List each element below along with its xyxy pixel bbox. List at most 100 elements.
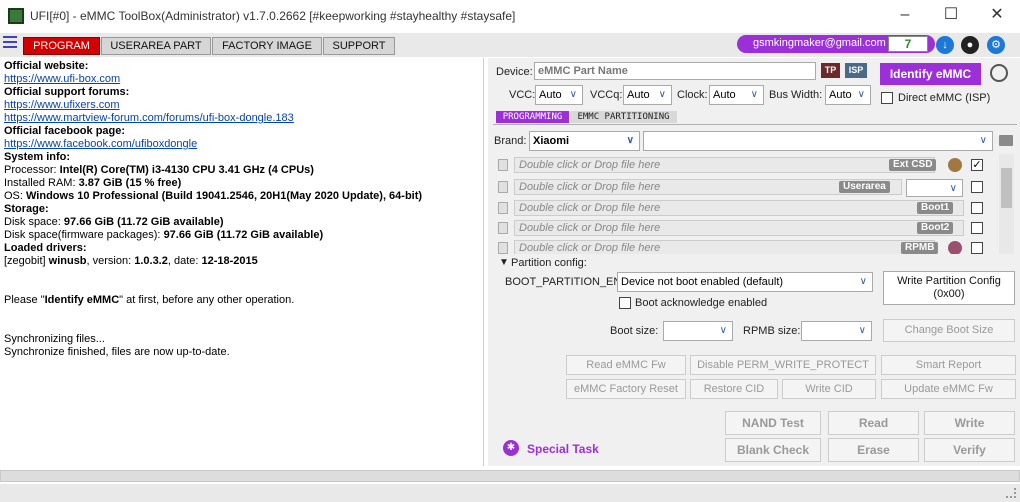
maximize-button[interactable]: ☐	[928, 0, 974, 32]
bulb-icon[interactable]: ●	[961, 36, 979, 54]
file-tag: RPMB	[901, 242, 939, 254]
vcc-select[interactable]: Auto ∨	[535, 85, 583, 105]
file-path-field[interactable]: Double click or Drop file here	[514, 157, 935, 173]
divider	[493, 124, 1017, 125]
nand-test-button[interactable]: NAND Test	[725, 411, 821, 435]
tab-support[interactable]: SUPPORT	[323, 37, 395, 55]
read-button[interactable]: Read	[828, 411, 919, 435]
rpmb-size-select[interactable]: ∨	[801, 321, 872, 341]
file-list-scrollbar[interactable]	[999, 154, 1014, 254]
log-line: System info:	[4, 151, 71, 163]
model-select[interactable]: ∨	[643, 131, 993, 151]
tab-program[interactable]: PROGRAM	[23, 37, 100, 55]
special-task-icon[interactable]: ✱	[503, 440, 519, 456]
update-emmc-fw-button[interactable]: Update eMMC Fw	[881, 379, 1016, 399]
file-icon	[498, 202, 508, 214]
forum-link[interactable]: https://www.martview-forum.com/forums/uf…	[4, 112, 294, 125]
ext-csd-checkbox[interactable]: ✓	[971, 159, 983, 171]
file-tag: Boot2	[917, 222, 954, 234]
key-icon[interactable]	[948, 241, 962, 254]
write-button[interactable]: Write	[924, 411, 1015, 435]
write-partition-config-button[interactable]: Write Partition Config (0x00)	[883, 271, 1015, 305]
file-tag: Ext CSD	[889, 159, 937, 171]
special-task-link[interactable]: Special Task	[527, 442, 599, 456]
tab-factory-image[interactable]: FACTORY IMAGE	[212, 37, 322, 55]
vccq-select[interactable]: Auto ∨	[623, 85, 672, 105]
file-path-field[interactable]: Double click or Drop file here	[514, 240, 935, 254]
file-row-boot1: Double click or Drop file here Boot1	[491, 200, 999, 218]
gear-icon[interactable]	[948, 158, 962, 172]
boot-size-label: Boot size:	[610, 325, 659, 337]
file-list: Double click or Drop file here Ext CSD ✓…	[491, 154, 999, 254]
folder-icon[interactable]	[999, 135, 1013, 146]
facebook-link[interactable]: https://www.facebook.com/ufiboxdongle	[4, 138, 197, 151]
file-row-ext-csd: Double click or Drop file here Ext CSD ✓	[491, 157, 999, 175]
account-badge[interactable]: gsmkingmaker@gmail.com 7	[737, 35, 935, 53]
clock-select[interactable]: Auto ∨	[709, 85, 764, 105]
boot-size-select[interactable]: ∨	[663, 321, 733, 341]
file-icon	[498, 181, 508, 193]
tab-emmc-partitioning[interactable]: EMMC PARTITIONING	[570, 111, 677, 123]
blank-check-button[interactable]: Blank Check	[725, 438, 821, 462]
boot2-checkbox[interactable]	[971, 222, 983, 234]
log-line: Official support forums:	[4, 86, 130, 98]
device-field[interactable]: eMMC Part Name	[534, 62, 816, 80]
disable-perm-write-protect-button[interactable]: Disable PERM_WRITE_PROTECT	[690, 355, 876, 375]
hamburger-menu-icon[interactable]	[3, 36, 17, 50]
direct-emmc-checkbox[interactable]	[881, 92, 893, 104]
userarea-select[interactable]: ∨	[906, 179, 963, 197]
identify-emmc-button[interactable]: Identify eMMC	[880, 63, 981, 85]
scrollbar-thumb[interactable]	[1001, 168, 1012, 208]
power-icon[interactable]	[990, 64, 1008, 82]
rpmb-checkbox[interactable]	[971, 242, 983, 254]
userarea-checkbox[interactable]	[971, 181, 983, 193]
status-strip	[0, 484, 1020, 502]
boot-partition-select[interactable]: Device not boot enabled (default) ∨	[617, 272, 873, 292]
forum-link[interactable]: https://www.ufixers.com	[4, 99, 120, 112]
file-path-field[interactable]: Double click or Drop file here	[514, 220, 964, 236]
chevron-down-icon: ∨	[750, 89, 758, 100]
drivers-header: Loaded drivers:	[4, 242, 87, 254]
change-boot-size-button[interactable]: Change Boot Size	[883, 319, 1015, 342]
read-emmc-fw-button[interactable]: Read eMMC Fw	[566, 355, 686, 375]
brand-select[interactable]: Xiaomi ∨	[529, 131, 640, 151]
boot1-checkbox[interactable]	[971, 202, 983, 214]
chevron-down-icon: ∨	[859, 276, 867, 287]
tp-button[interactable]: TP	[821, 63, 840, 78]
sync-line: Synchronizing files...	[4, 333, 105, 345]
isp-button[interactable]: ISP	[845, 63, 867, 78]
resize-grip-icon[interactable]	[1006, 488, 1016, 498]
file-icon	[498, 242, 508, 254]
gear-icon[interactable]: ⚙	[987, 36, 1005, 54]
os-line: OS: Windows 10 Professional (Build 19041…	[4, 190, 423, 202]
write-cid-button[interactable]: Write CID	[782, 379, 876, 399]
clock-label: Clock:	[677, 89, 708, 101]
file-row-userarea: Double click or Drop file here Userarea …	[491, 179, 999, 197]
bus-width-select[interactable]: Auto ∨	[825, 85, 871, 105]
minimize-button[interactable]: –	[882, 0, 928, 32]
emmc-factory-reset-button[interactable]: eMMC Factory Reset	[566, 379, 686, 399]
erase-button[interactable]: Erase	[828, 438, 919, 462]
file-path-field[interactable]: Double click or Drop file here	[514, 200, 964, 216]
tab-userarea-part[interactable]: USERAREA PART	[101, 37, 211, 55]
close-button[interactable]: ✕	[974, 0, 1020, 32]
file-tag: Userarea	[839, 181, 890, 193]
website-link[interactable]: https://www.ufi-box.com	[4, 73, 120, 86]
chevron-down-icon: ∨	[857, 89, 865, 100]
restore-cid-button[interactable]: Restore CID	[690, 379, 778, 399]
tab-programming[interactable]: PROGRAMMING	[496, 111, 569, 123]
file-row-boot2: Double click or Drop file here Boot2	[491, 220, 999, 238]
window-title: UFI[#0] - eMMC ToolBox(Administrator) v1…	[30, 9, 516, 23]
download-icon[interactable]: ↓	[936, 36, 954, 54]
collapse-icon[interactable]: ▼	[499, 257, 509, 268]
title-bar: UFI[#0] - eMMC ToolBox(Administrator) v1…	[0, 0, 1020, 32]
boot-ack-checkbox[interactable]	[619, 297, 631, 309]
file-row-rpmb: Double click or Drop file here RPMB	[491, 240, 999, 254]
smart-report-button[interactable]: Smart Report	[881, 355, 1016, 375]
verify-button[interactable]: Verify	[924, 438, 1015, 462]
partition-config-header: Partition config:	[511, 257, 587, 269]
chevron-down-icon: ∨	[658, 89, 666, 100]
log-line: Official facebook page:	[4, 125, 126, 137]
app-icon	[8, 8, 24, 24]
vcc-label: VCC:	[509, 89, 536, 101]
